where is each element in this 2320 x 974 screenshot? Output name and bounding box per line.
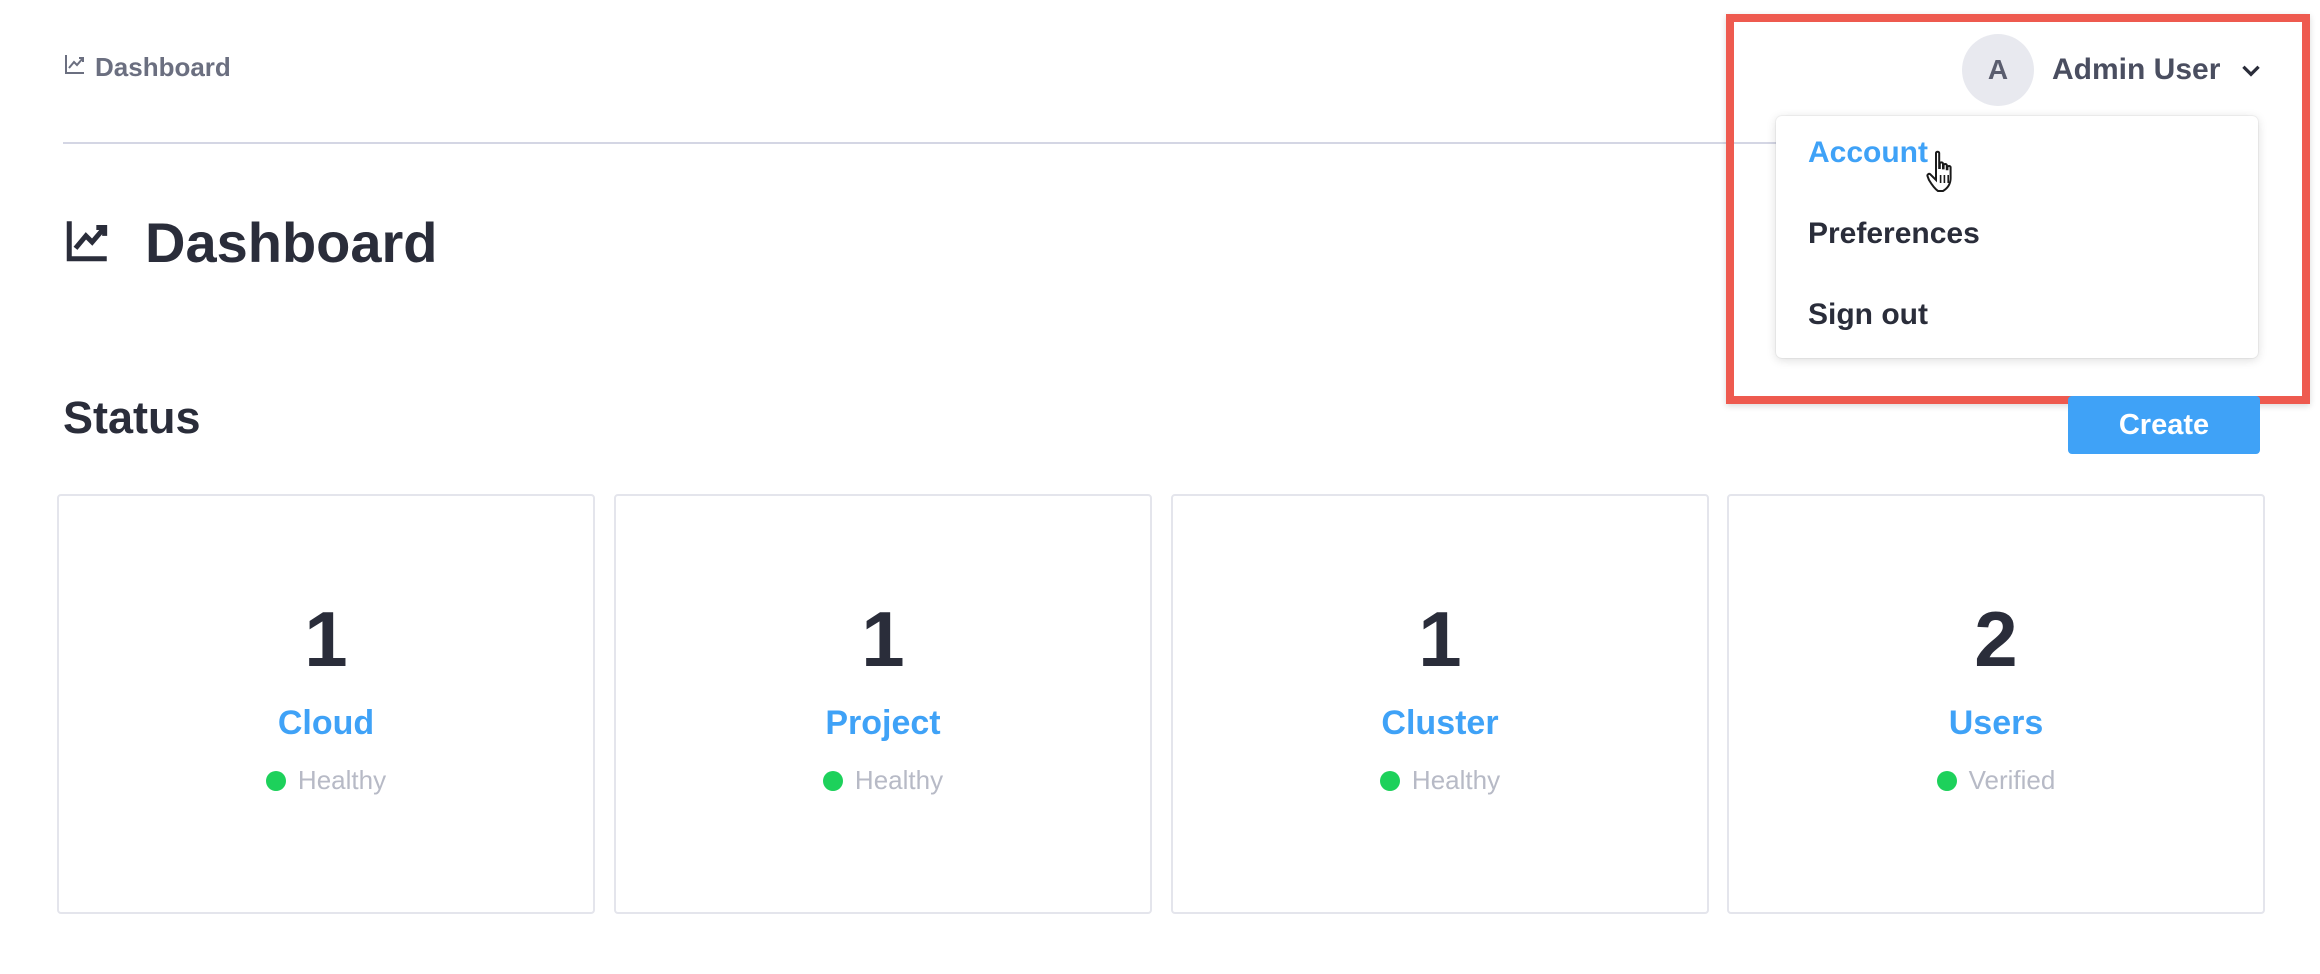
card-status-text: Healthy [297, 765, 387, 795]
menu-item-account[interactable]: Account [1808, 136, 1928, 170]
header-divider [63, 142, 1783, 144]
status-card-cluster[interactable]: 1 Cluster Healthy [1171, 494, 1709, 914]
user-dropdown-menu: Account Preferences Sign out [1776, 116, 2258, 358]
chart-line-icon [63, 215, 113, 270]
card-count: 1 [304, 595, 348, 683]
status-dot-icon [822, 770, 843, 791]
chart-line-icon [63, 52, 87, 83]
user-name: Admin User [2052, 53, 2221, 86]
chevron-down-icon [2238, 57, 2264, 83]
card-status: Healthy [822, 765, 944, 796]
card-label: Users [1948, 704, 2044, 742]
menu-item-preferences[interactable]: Preferences [1808, 217, 1980, 251]
status-section-title: Status [63, 392, 201, 443]
avatar: A [1962, 34, 2034, 106]
card-status: Healthy [1379, 765, 1501, 796]
card-label: Cloud [277, 704, 375, 742]
status-dot-icon [1379, 770, 1400, 791]
page-title: Dashboard [145, 211, 438, 274]
status-card-users[interactable]: 2 Users Verified [1727, 494, 2265, 914]
card-count: 1 [1418, 595, 1462, 683]
card-status-text: Healthy [854, 765, 944, 795]
breadcrumb-label: Dashboard [95, 52, 231, 82]
create-button[interactable]: Create [2068, 396, 2260, 454]
card-count: 2 [1974, 595, 2018, 683]
card-status: Verified [1936, 765, 2056, 796]
page-header: Dashboard [63, 210, 438, 275]
status-dot-icon [1936, 770, 1957, 791]
card-status-text: Verified [1968, 765, 2056, 795]
menu-item-sign-out[interactable]: Sign out [1808, 298, 1928, 332]
card-status: Healthy [265, 765, 387, 796]
card-count: 1 [861, 595, 905, 683]
status-card-cloud[interactable]: 1 Cloud Healthy [57, 494, 595, 914]
hand-cursor-icon [1926, 150, 1952, 192]
card-label: Project [825, 704, 941, 742]
status-dot-icon [265, 770, 286, 791]
status-card-project[interactable]: 1 Project Healthy [614, 494, 1152, 914]
card-status-text: Healthy [1411, 765, 1501, 795]
user-menu-toggle[interactable]: A Admin User [1962, 34, 2264, 106]
card-label: Cluster [1381, 704, 1499, 742]
breadcrumb[interactable]: Dashboard [63, 52, 231, 83]
